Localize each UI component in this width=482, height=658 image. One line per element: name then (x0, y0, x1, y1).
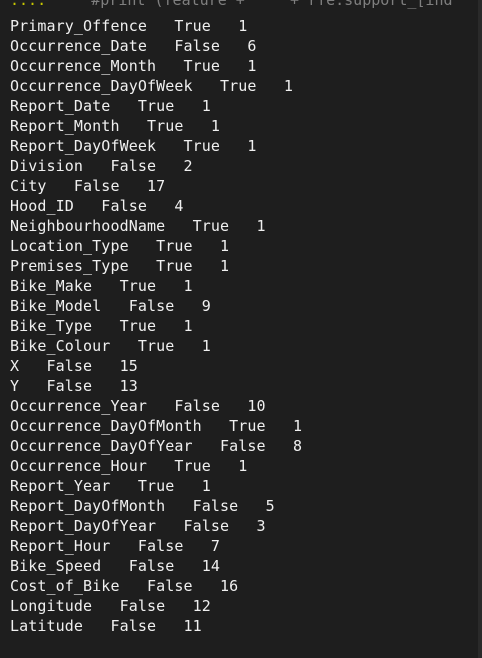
output-line: Report_DayOfYear False 3 (10, 517, 266, 535)
output-line: Occurrence_Date False 6 (10, 37, 257, 55)
output-line: NeighbourhoodName True 1 (10, 217, 266, 235)
output-line: Location_Type True 1 (10, 237, 230, 255)
continuation-prompt-line: ...: #print (feature + ' ' + rfe.support… (10, 0, 453, 10)
output-line: Report_DayOfMonth False 5 (10, 497, 275, 515)
output-line: Occurrence_Month True 1 (10, 57, 257, 75)
output-line: Bike_Model False 9 (10, 297, 211, 315)
output-line: X False 15 (10, 357, 138, 375)
output-line: Bike_Speed False 14 (10, 557, 221, 575)
output-line: Report_DayOfWeek True 1 (10, 137, 257, 155)
feature-ranking-output: Primary_Offence True 1 Occurrence_Date Fa… (10, 16, 302, 636)
output-line: Longitude False 12 (10, 597, 211, 615)
output-line: Division False 2 (10, 157, 193, 175)
output-line: Primary_Offence True 1 (10, 17, 248, 35)
output-line: Report_Year True 1 (10, 477, 211, 495)
code-comment: #print (feature + ' ' + rfe.support_[ind (46, 0, 453, 9)
output-line: Occurrence_Hour True 1 (10, 457, 248, 475)
output-line: Bike_Colour True 1 (10, 337, 211, 355)
output-line: Bike_Type True 1 (10, 317, 193, 335)
output-line: Hood_ID False 4 (10, 197, 184, 215)
console-output-pane[interactable]: ...: #print (feature + ' ' + rfe.support… (0, 0, 482, 658)
output-line: Cost_of_Bike False 16 (10, 577, 239, 595)
output-line: City False 17 (10, 177, 166, 195)
output-line: Occurrence_DayOfYear False 8 (10, 437, 303, 455)
continuation-prompt: ...: (10, 0, 47, 9)
output-line: Y False 13 (10, 377, 138, 395)
output-line: Report_Month True 1 (10, 117, 221, 135)
output-line: Bike_Make True 1 (10, 277, 193, 295)
scrollbar[interactable] (478, 0, 482, 658)
output-line: Occurrence_Year False 10 (10, 397, 266, 415)
output-line: Occurrence_DayOfMonth True 1 (10, 417, 303, 435)
output-line: Latitude False 11 (10, 617, 202, 635)
output-line: Premises_Type True 1 (10, 257, 230, 275)
output-line: Report_Hour False 7 (10, 537, 221, 555)
output-line: Report_Date True 1 (10, 97, 211, 115)
output-line: Occurrence_DayOfWeek True 1 (10, 77, 294, 95)
